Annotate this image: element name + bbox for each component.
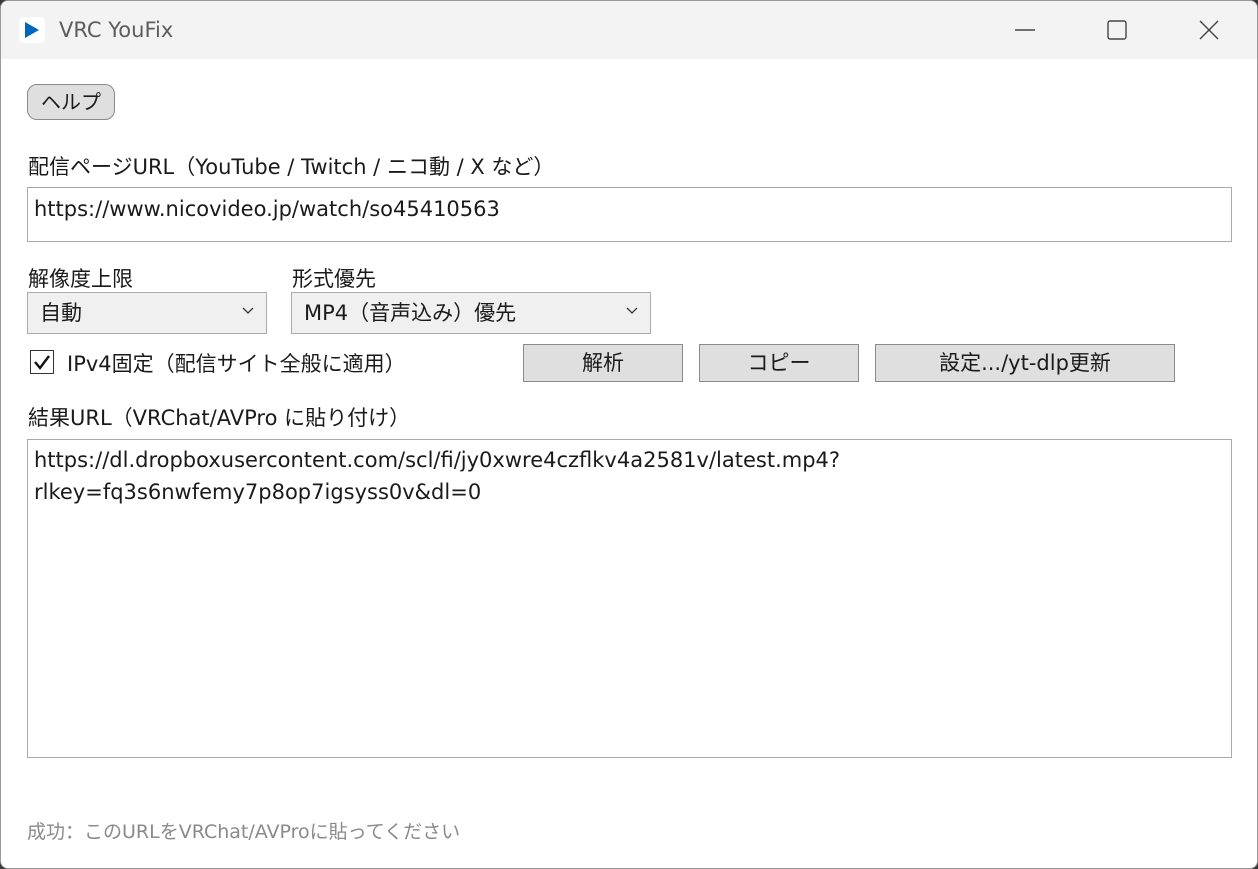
format-selected-value: MP4（音声込み）優先 xyxy=(304,301,517,325)
resolution-select[interactable]: 自動 xyxy=(27,292,267,334)
maximize-icon xyxy=(1107,20,1127,40)
chevron-down-icon xyxy=(242,307,254,314)
resolution-selected-value: 自動 xyxy=(40,301,82,325)
copy-button[interactable]: コピー xyxy=(699,344,859,382)
help-button[interactable]: ヘルプ xyxy=(27,84,115,120)
checkmark-icon xyxy=(34,355,50,370)
result-line: rlkey=fq3s6nwfemy7p8op7igsyss0v&dl=0 xyxy=(34,480,482,504)
app-window: VRC YouFix ヘルプ 配信ページURL（YouTube / Twitch… xyxy=(0,0,1258,869)
result-line: https://dl.dropboxusercontent.com/scl/fi… xyxy=(34,448,841,472)
url-input[interactable]: https://www.nicovideo.jp/watch/so4541056… xyxy=(27,187,1232,242)
status-message: 成功：このURLをVRChat/AVProに貼ってください xyxy=(27,821,461,843)
url-label: 配信ページURL（YouTube / Twitch / ニコ動 / X など） xyxy=(28,155,555,179)
title-bar[interactable]: VRC YouFix xyxy=(1,1,1257,59)
format-select[interactable]: MP4（音声込み）優先 xyxy=(291,292,651,334)
settings-update-button[interactable]: 設定.../yt-dlp更新 xyxy=(875,344,1175,382)
window-title: VRC YouFix xyxy=(59,18,174,42)
result-url-textarea[interactable]: https://dl.dropboxusercontent.com/scl/fi… xyxy=(27,439,1232,758)
analyze-button[interactable]: 解析 xyxy=(523,344,683,382)
result-label: 結果URL（VRChat/AVPro に貼り付け） xyxy=(28,406,411,430)
maximize-button[interactable] xyxy=(1071,1,1163,59)
play-icon xyxy=(19,17,45,43)
close-button[interactable] xyxy=(1163,1,1255,59)
format-label: 形式優先 xyxy=(292,267,376,291)
ipv4-checkbox[interactable] xyxy=(30,350,54,374)
close-icon xyxy=(1199,20,1219,40)
resolution-label: 解像度上限 xyxy=(28,267,133,291)
ipv4-label[interactable]: IPv4固定（配信サイト全般に適用） xyxy=(67,348,406,378)
minimize-icon xyxy=(1015,29,1035,31)
chevron-down-icon xyxy=(626,307,638,314)
minimize-button[interactable] xyxy=(979,1,1071,59)
